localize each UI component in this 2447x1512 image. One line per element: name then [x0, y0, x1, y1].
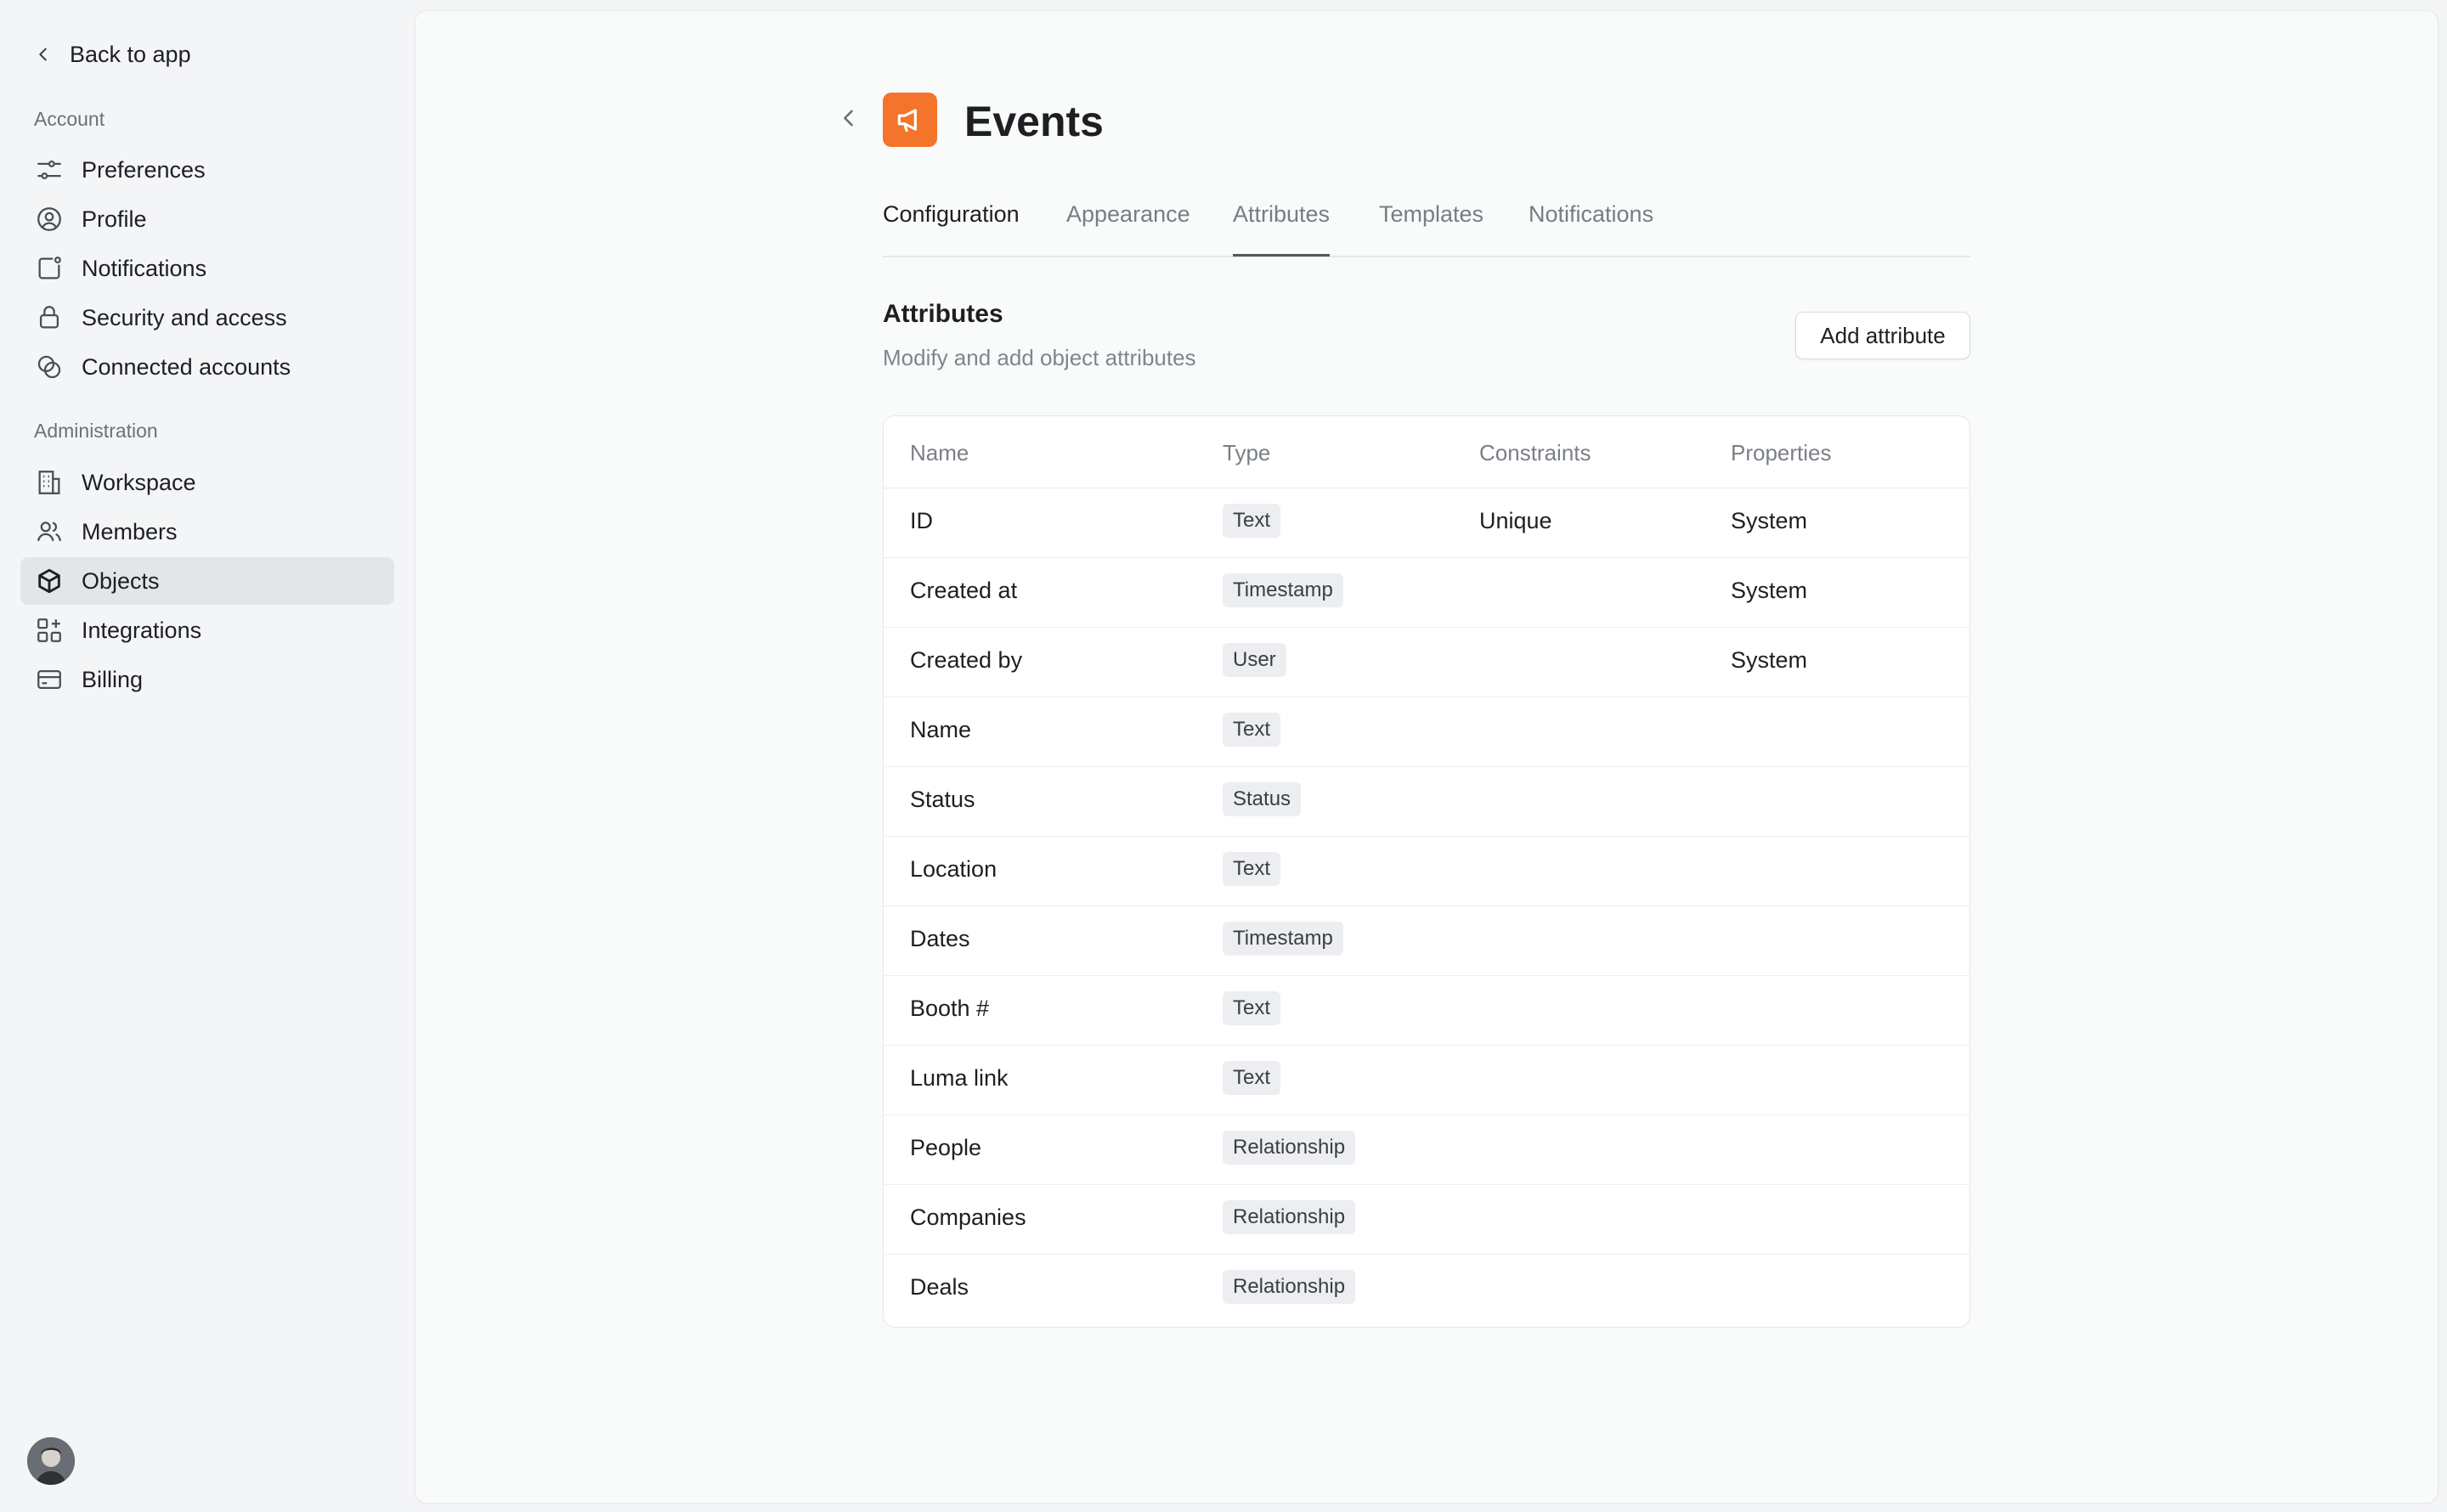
table-row[interactable]: Luma link Text: [884, 1045, 1969, 1115]
sidebar-item-workspace[interactable]: Workspace: [20, 459, 394, 506]
table-row[interactable]: People Relationship: [884, 1114, 1969, 1185]
section-title: Attributes: [883, 300, 1003, 328]
attributes-table: Name Type Constraints Properties ID Text U…: [883, 415, 1970, 1328]
sidebar-item-notifications[interactable]: Notifications: [20, 245, 394, 292]
tab-configuration[interactable]: Configuration: [883, 201, 1020, 254]
attribute-name: ID: [910, 508, 933, 533]
users-icon: [32, 515, 66, 549]
sidebar-item-label: Notifications: [82, 255, 207, 281]
tab-appearance[interactable]: Appearance: [1066, 201, 1190, 254]
type-badge: Timestamp: [1223, 922, 1343, 956]
type-badge: Relationship: [1223, 1131, 1356, 1165]
user-avatar[interactable]: [27, 1437, 75, 1485]
type-badge: Text: [1223, 1061, 1281, 1095]
section-subtitle: Modify and add object attributes: [883, 345, 1196, 370]
megaphone-icon: [897, 109, 917, 133]
back-to-app-label: Back to app: [70, 41, 191, 67]
type-badge: Text: [1223, 852, 1281, 886]
attribute-name: Created at: [910, 578, 1018, 603]
constraint-value: Unique: [1479, 508, 1552, 533]
page-title: Events: [964, 98, 1104, 145]
column-header-constraints[interactable]: Constraints: [1479, 440, 1591, 466]
building-icon: [32, 465, 66, 499]
property-value: System: [1731, 647, 1808, 673]
type-badge: Timestamp: [1223, 573, 1343, 607]
table-row[interactable]: ID Text Unique System: [884, 488, 1969, 558]
type-badge: Relationship: [1223, 1270, 1356, 1304]
type-badge: Text: [1223, 504, 1281, 538]
bell-square-icon: [32, 251, 66, 285]
sidebar-item-label: Members: [82, 518, 178, 544]
lock-icon: [32, 301, 66, 335]
sidebar-item-label: Profile: [82, 206, 147, 232]
attribute-name: People: [910, 1135, 982, 1160]
sidebar-item-profile[interactable]: Profile: [20, 195, 394, 243]
attribute-name: Created by: [910, 647, 1023, 673]
type-badge: Text: [1223, 991, 1281, 1025]
chevron-left-icon: [39, 48, 47, 61]
sidebar-item-security[interactable]: Security and access: [20, 294, 394, 341]
attribute-name: Luma link: [910, 1065, 1009, 1091]
sidebar-item-preferences[interactable]: Preferences: [20, 146, 394, 194]
sidebar-item-label: Security and access: [82, 304, 287, 330]
attribute-name: Status: [910, 787, 975, 812]
settings-sidebar: Back to app Account Preferences Profile …: [0, 0, 411, 1512]
sidebar-item-label: Objects: [82, 567, 160, 594]
type-badge: Relationship: [1223, 1200, 1356, 1234]
attribute-name: Location: [910, 856, 997, 882]
link-icon: [32, 350, 66, 384]
sidebar-item-label: Billing: [82, 666, 144, 692]
object-icon: [883, 93, 937, 147]
attribute-name: Booth #: [910, 996, 990, 1021]
type-badge: Text: [1223, 713, 1281, 747]
card-icon: [32, 663, 66, 697]
column-header-type[interactable]: Type: [1223, 440, 1270, 466]
tab-attributes[interactable]: Attributes: [1233, 201, 1331, 257]
property-value: System: [1731, 508, 1808, 533]
type-badge: Status: [1223, 782, 1302, 816]
table-row[interactable]: Companies Relationship: [884, 1184, 1969, 1255]
attribute-name: Deals: [910, 1274, 969, 1300]
table-row[interactable]: Location Text: [884, 836, 1969, 906]
sidebar-item-label: Workspace: [82, 469, 196, 495]
add-attribute-button[interactable]: Add attribute: [1795, 312, 1970, 359]
sliders-icon: [32, 153, 66, 187]
sidebar-item-label: Connected accounts: [82, 353, 291, 380]
grid-plus-icon: [32, 613, 66, 647]
attribute-name: Dates: [910, 926, 970, 951]
property-value: System: [1731, 578, 1808, 603]
cube-icon: [32, 564, 66, 598]
type-badge: User: [1223, 643, 1286, 677]
tab-notifications[interactable]: Notifications: [1529, 201, 1653, 254]
account-section-label: Account: [34, 108, 105, 130]
tab-bar: Configuration Appearance Attributes Temp…: [883, 196, 1970, 257]
sidebar-item-connected-accounts[interactable]: Connected accounts: [20, 343, 394, 391]
sidebar-item-objects[interactable]: Objects: [20, 557, 394, 605]
chevron-left-icon[interactable]: [837, 106, 861, 130]
table-row[interactable]: Name Text: [884, 697, 1969, 767]
attribute-name: Companies: [910, 1205, 1026, 1230]
table-header: Name Type Constraints Properties: [884, 416, 1969, 488]
sidebar-item-label: Integrations: [82, 617, 202, 643]
sidebar-item-label: Preferences: [82, 156, 206, 183]
table-row[interactable]: Deals Relationship: [884, 1254, 1969, 1323]
column-header-name[interactable]: Name: [910, 440, 969, 466]
tab-templates[interactable]: Templates: [1379, 201, 1483, 254]
table-row[interactable]: Status Status: [884, 766, 1969, 837]
back-to-app-link[interactable]: Back to app: [34, 37, 191, 71]
administration-section-label: Administration: [34, 420, 158, 442]
table-row[interactable]: Booth # Text: [884, 975, 1969, 1046]
sidebar-item-integrations[interactable]: Integrations: [20, 606, 394, 654]
sidebar-item-members[interactable]: Members: [20, 508, 394, 556]
column-header-properties[interactable]: Properties: [1731, 440, 1832, 466]
sidebar-item-billing[interactable]: Billing: [20, 656, 394, 703]
table-row[interactable]: Created at Timestamp System: [884, 557, 1969, 628]
table-row[interactable]: Dates Timestamp: [884, 906, 1969, 976]
attribute-name: Name: [910, 717, 972, 742]
user-circle-icon: [32, 202, 66, 236]
main-panel: Events Configuration Appearance Attribut…: [415, 10, 2439, 1504]
table-row[interactable]: Created by User System: [884, 627, 1969, 697]
